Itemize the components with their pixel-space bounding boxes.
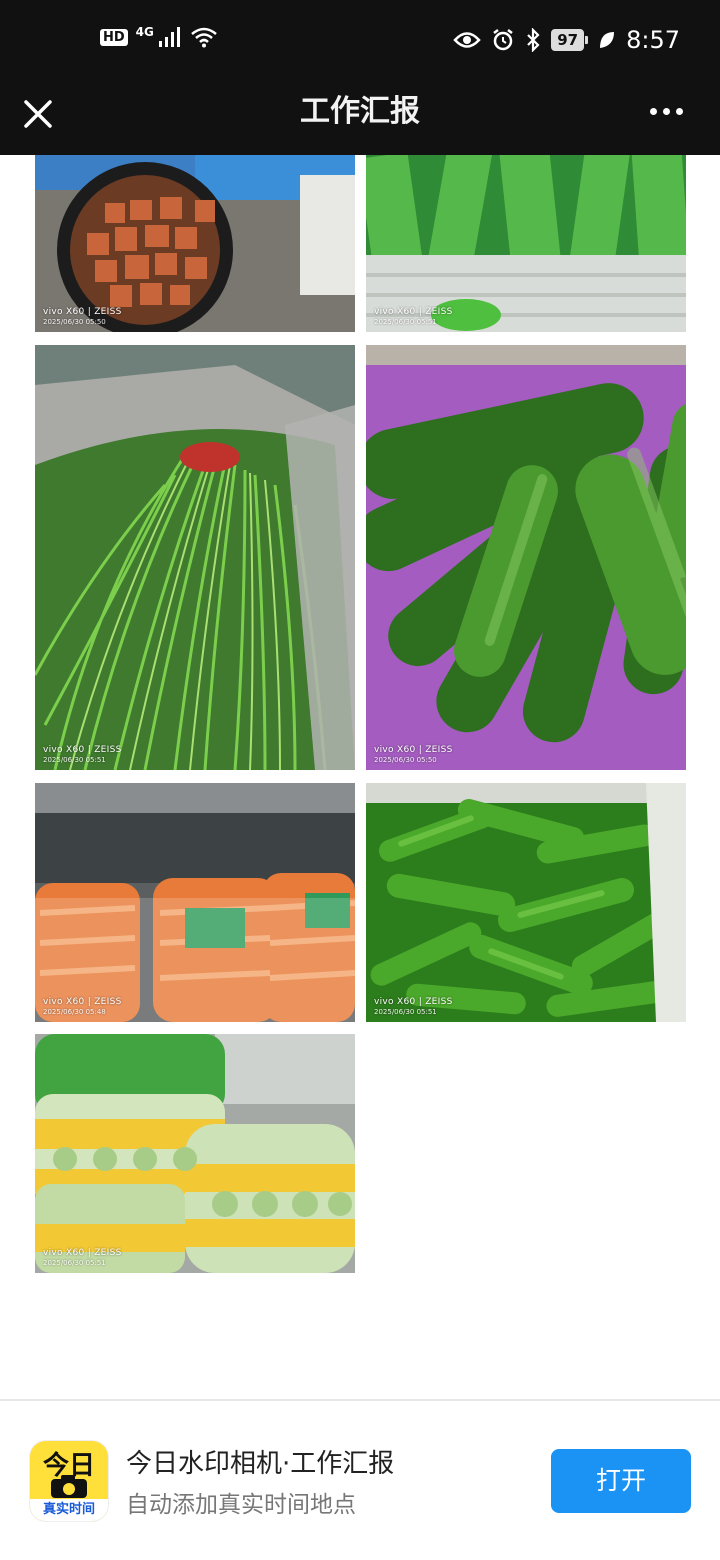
photo-watermark: vivo X60 | ZEISS 2025/06/30 05:48 xyxy=(43,997,122,1016)
leaf-icon xyxy=(600,32,615,48)
clock-time: 8:57 xyxy=(626,26,680,54)
open-app-button[interactable]: 打开 xyxy=(551,1449,691,1513)
photo-watermark: vivo X60 | ZEISS 2025/06/30 05:51 xyxy=(374,307,453,326)
photo-tile[interactable]: vivo X60 | ZEISS 2025/06/30 05:51 xyxy=(35,1034,355,1273)
photo-tile[interactable]: vivo X60 | ZEISS 2025/06/30 05:50 xyxy=(366,345,686,770)
photo-tile[interactable]: vivo X60 | ZEISS 2025/06/30 05:50 xyxy=(35,155,355,332)
app-promo-banner[interactable]: 今日 真实时间 今日水印相机·工作汇报 自动添加真实时间地点 打开 xyxy=(0,1401,720,1560)
watermark-camera: vivo X60 | ZEISS xyxy=(43,996,122,1007)
battery-tip xyxy=(585,36,589,44)
watermark-timestamp: 2025/06/30 05:50 xyxy=(374,755,437,764)
watermark-camera: vivo X60 | ZEISS xyxy=(43,744,122,755)
photo-watermark: vivo X60 | ZEISS 2025/06/30 05:51 xyxy=(374,997,453,1016)
more-options-button[interactable] xyxy=(650,99,690,123)
watermark-timestamp: 2025/06/30 05:51 xyxy=(43,1258,106,1267)
status-right: 97 8:57 xyxy=(453,26,680,54)
app-description: 自动添加真实时间地点 xyxy=(126,1492,356,1518)
chives-photo xyxy=(35,345,355,770)
watermark-camera: vivo X60 | ZEISS xyxy=(43,1247,122,1258)
watermark-timestamp: 2025/06/30 05:50 xyxy=(43,317,106,326)
camera-icon xyxy=(51,1475,87,1498)
hd-badge: HD xyxy=(100,28,128,46)
watermark-camera: vivo X60 | ZEISS xyxy=(374,996,453,1007)
network-label: 4G xyxy=(135,25,154,39)
app-icon-bottom-text: 真实时间 xyxy=(30,1499,108,1521)
eye-icon xyxy=(453,32,481,48)
photo-tile[interactable]: vivo X60 | ZEISS 2025/06/30 05:51 xyxy=(366,783,686,1022)
watermark-camera: vivo X60 | ZEISS xyxy=(374,744,453,755)
photo-tile[interactable]: vivo X60 | ZEISS 2025/06/30 05:51 xyxy=(366,155,686,332)
more-dot-icon xyxy=(650,107,657,115)
green-peppers-photo xyxy=(366,783,686,1022)
bluetooth-icon xyxy=(527,28,540,52)
photo-tile[interactable]: vivo X60 | ZEISS 2025/06/30 05:51 xyxy=(35,345,355,770)
status-bar: HD 4G 97 8:57 xyxy=(0,0,720,82)
watermark-camera: vivo X60 | ZEISS xyxy=(374,306,453,317)
page-title: 工作汇报 xyxy=(300,94,420,129)
app-name: 今日水印相机·工作汇报 xyxy=(126,1449,395,1479)
carrots-photo xyxy=(35,783,355,1022)
watermark-timestamp: 2025/06/30 05:51 xyxy=(43,755,106,764)
more-dot-icon xyxy=(676,107,683,115)
photo-tile[interactable]: vivo X60 | ZEISS 2025/06/30 05:48 xyxy=(35,783,355,1022)
battery-indicator: 97 xyxy=(551,29,589,51)
watermark-camera: vivo X60 | ZEISS xyxy=(43,306,122,317)
more-dot-icon xyxy=(663,107,670,115)
green-vegetables-photo xyxy=(366,155,686,332)
wifi-icon xyxy=(191,27,217,48)
photo-watermark: vivo X60 | ZEISS 2025/06/30 05:50 xyxy=(374,745,453,764)
cucumbers-photo xyxy=(366,345,686,770)
watermark-timestamp: 2025/06/30 05:51 xyxy=(374,1007,437,1016)
alarm-icon xyxy=(493,29,513,51)
app-logo-icon[interactable]: 今日 真实时间 xyxy=(30,1441,108,1521)
title-bar: 工作汇报 xyxy=(0,82,720,155)
signal-icon xyxy=(158,27,180,47)
watermark-timestamp: 2025/06/30 05:51 xyxy=(374,317,437,326)
braised-meat-photo xyxy=(35,155,355,332)
watermark-timestamp: 2025/06/30 05:48 xyxy=(43,1007,106,1016)
photo-watermark: vivo X60 | ZEISS 2025/06/30 05:51 xyxy=(43,1248,122,1267)
status-left: HD 4G xyxy=(100,25,218,48)
photo-watermark: vivo X60 | ZEISS 2025/06/30 05:51 xyxy=(43,745,122,764)
cabbage-photo xyxy=(35,1034,355,1273)
battery-level: 97 xyxy=(551,29,585,51)
photo-watermark: vivo X60 | ZEISS 2025/06/30 05:50 xyxy=(43,307,122,326)
